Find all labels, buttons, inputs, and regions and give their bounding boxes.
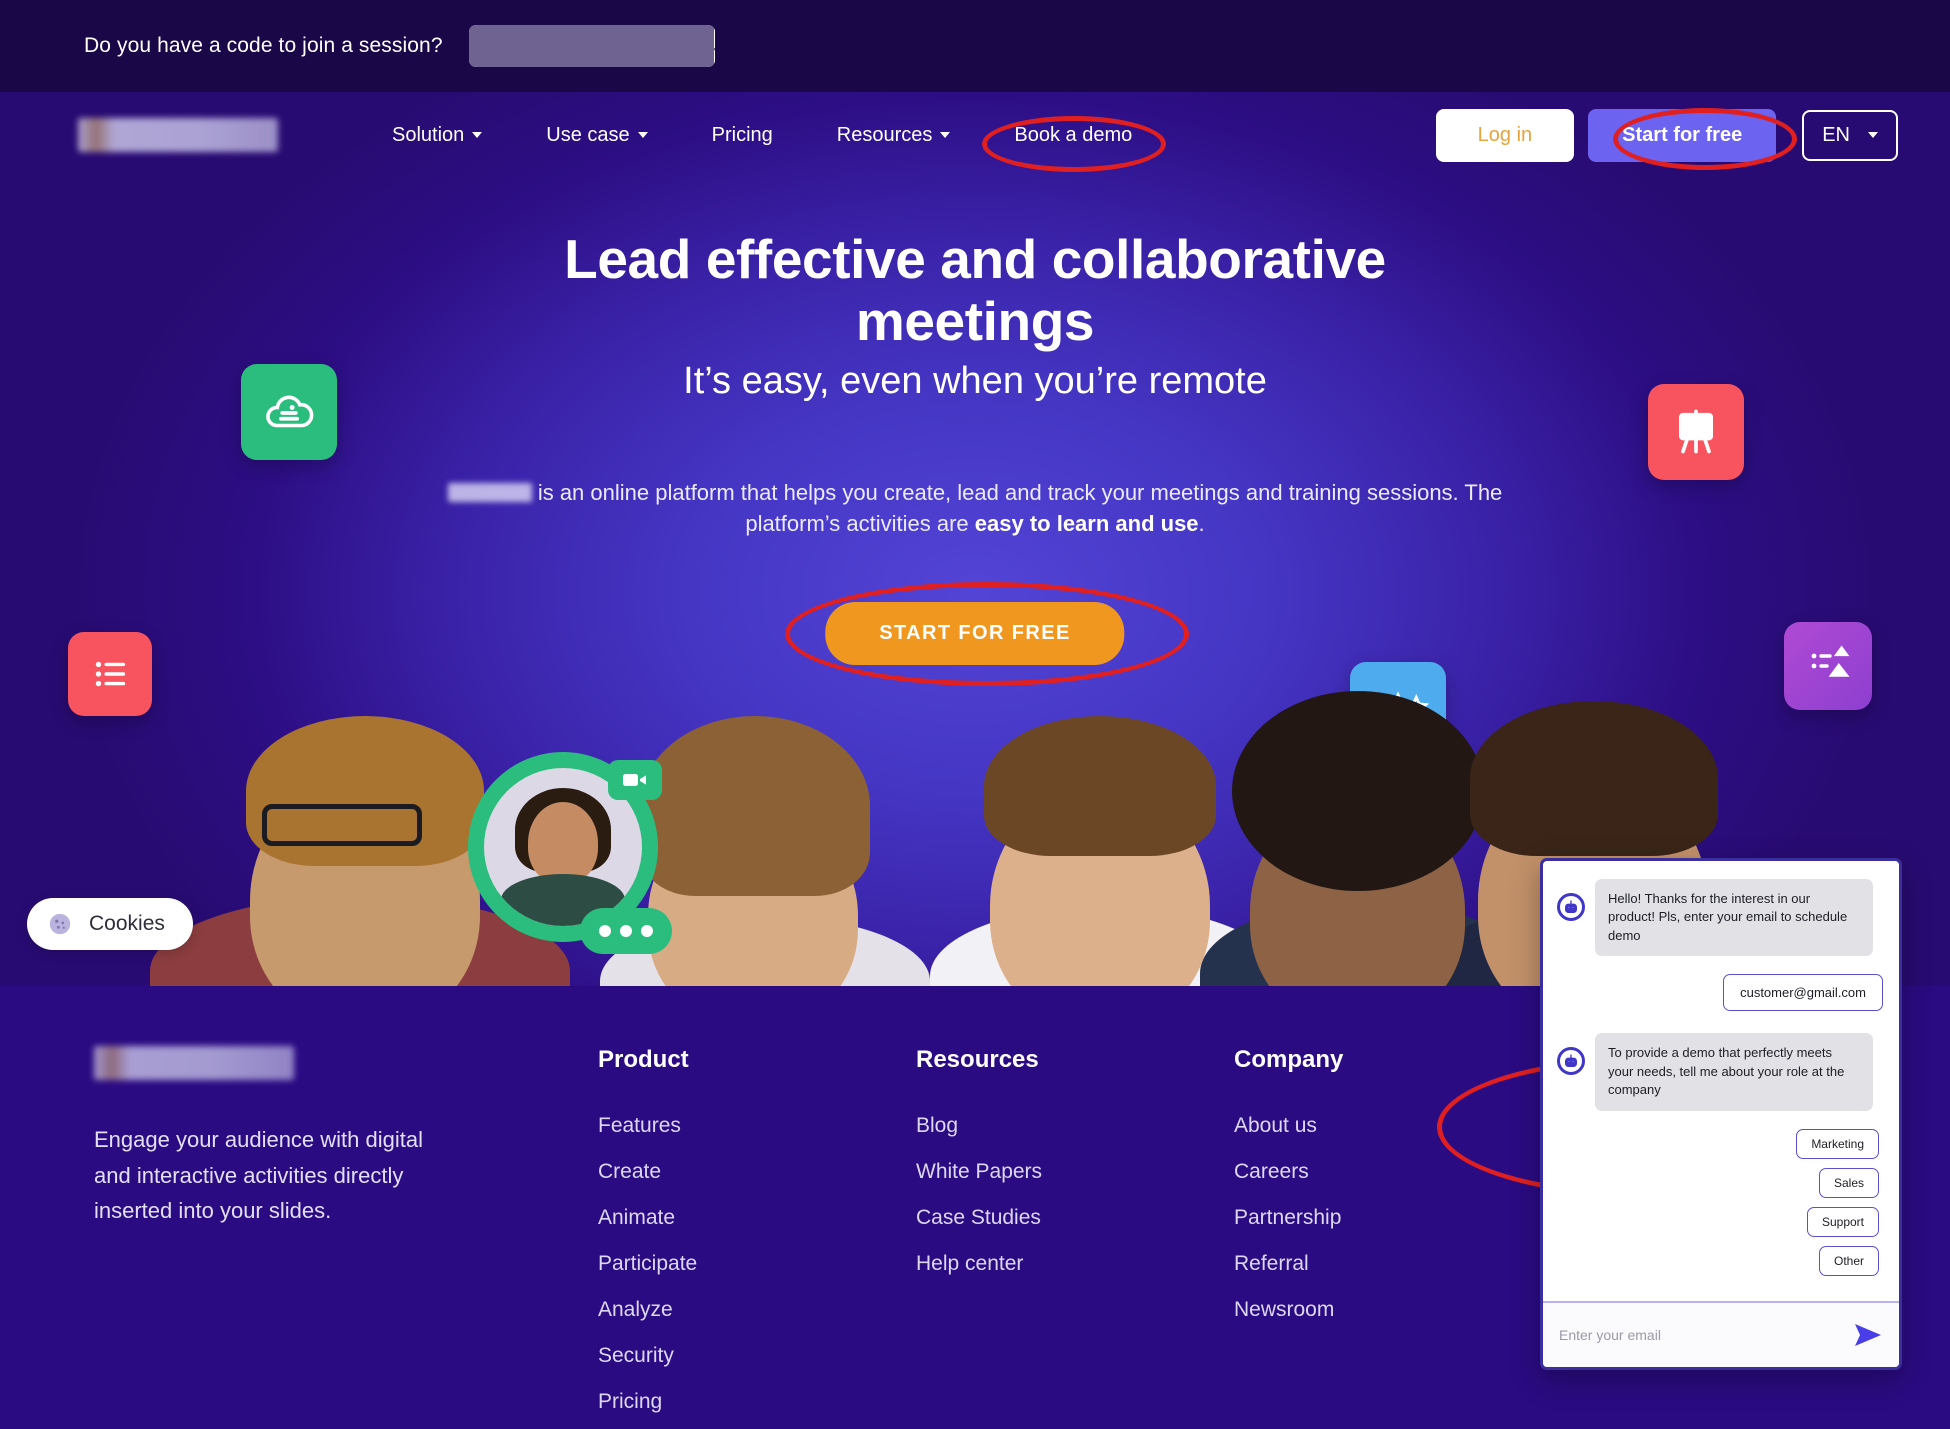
main-navigation: Solution Use case Pricing Resources Book… (0, 92, 1950, 178)
chat-message-bot: To provide a demo that perfectly meets y… (1557, 1033, 1883, 1111)
send-arrow-icon (1855, 1324, 1881, 1346)
bot-avatar-icon (1557, 1047, 1585, 1076)
footer-link-analyze[interactable]: Analyze (598, 1298, 916, 1322)
footer-link-participate[interactable]: Participate (598, 1252, 916, 1276)
nav-item-label: Use case (546, 123, 630, 146)
footer-logo[interactable] (94, 1046, 294, 1080)
nav-item-pricing[interactable]: Pricing (680, 124, 805, 147)
footer-link-blog[interactable]: Blog (916, 1114, 1234, 1138)
whiteboard-easel-icon (1648, 384, 1744, 480)
footer-column-company: Company About us Careers Partnership Ref… (1234, 1046, 1552, 1429)
brand-name-blurred (447, 483, 532, 502)
footer-link-animate[interactable]: Animate (598, 1206, 916, 1230)
nav-item-label: Book a demo (1014, 123, 1133, 146)
bot-avatar-icon (1557, 893, 1585, 921)
footer-brand: Engage your audience with digital and in… (78, 1046, 598, 1429)
nav-item-label: Pricing (711, 123, 773, 146)
footer-link-referral[interactable]: Referral (1234, 1252, 1552, 1276)
quick-reply-support[interactable]: Support (1806, 1206, 1879, 1237)
footer-link-careers[interactable]: Careers (1234, 1160, 1552, 1184)
nav-item-solution[interactable]: Solution (360, 124, 514, 147)
cookies-button[interactable]: Cookies (27, 898, 193, 950)
nav-item-label: Solution (392, 123, 465, 146)
hero-desc-post: . (1198, 511, 1205, 537)
chat-message-bot: Hello! Thanks for the interest in our pr… (1557, 879, 1883, 957)
footer-link-about-us[interactable]: About us (1234, 1114, 1552, 1138)
footer-link-help-center[interactable]: Help center (916, 1252, 1234, 1276)
chat-bubble-text: Hello! Thanks for the interest in our pr… (1595, 879, 1873, 957)
cookies-label: Cookies (89, 912, 165, 935)
chat-quick-replies: Marketing Sales Support Other (1557, 1128, 1883, 1276)
hero-desc-bold: easy to learn and use (974, 511, 1199, 537)
chevron-down-icon (1868, 132, 1878, 138)
nav-actions: Log in Start for free EN (1435, 108, 1898, 162)
footer-link-create[interactable]: Create (598, 1160, 916, 1184)
footer-column-heading: Company (1234, 1046, 1344, 1073)
chat-message-list: Hello! Thanks for the interest in our pr… (1543, 861, 1899, 1301)
start-for-free-button[interactable]: Start for free (1588, 108, 1777, 162)
footer-link-newsroom[interactable]: Newsroom (1234, 1298, 1552, 1322)
footer-column-product: Product Features Create Animate Particip… (598, 1046, 916, 1429)
footer-link-features[interactable]: Features (598, 1114, 916, 1138)
quick-reply-other[interactable]: Other (1818, 1245, 1879, 1276)
join-button[interactable]: JOIN (713, 25, 715, 67)
chat-send-button[interactable] (1851, 1322, 1885, 1348)
chevron-down-icon (637, 132, 648, 138)
chat-composer (1543, 1301, 1899, 1367)
word-cloud-icon (241, 364, 337, 460)
footer-column-resources: Resources Blog White Papers Case Studies… (916, 1046, 1234, 1429)
video-call-bubble (468, 752, 672, 954)
footer-column-heading: Resources (916, 1046, 1039, 1073)
nav-item-use-case[interactable]: Use case (514, 124, 679, 147)
landing-page: Do you have a code to join a session? JO… (0, 0, 1950, 1429)
join-session-label: Do you have a code to join a session? (84, 34, 443, 57)
chat-email-input[interactable] (1559, 1327, 1851, 1343)
chevron-down-icon (940, 132, 951, 138)
hero-section: Solution Use case Pricing Resources Book… (0, 92, 1950, 986)
chat-message-user: customer@gmail.com (1557, 974, 1883, 1012)
join-code-group: JOIN (468, 25, 715, 67)
login-button[interactable]: Log in (1435, 108, 1575, 162)
hero-description: is an online platform that helps you cre… (415, 477, 1535, 539)
brand-logo[interactable] (78, 118, 278, 152)
nav-item-label: Resources (836, 123, 933, 146)
footer-column-heading: Product (598, 1046, 689, 1073)
quick-reply-marketing[interactable]: Marketing (1796, 1128, 1879, 1159)
video-camera-icon (608, 760, 662, 800)
footer-link-partnership[interactable]: Partnership (1234, 1206, 1552, 1230)
quick-reply-sales[interactable]: Sales (1818, 1167, 1879, 1198)
nav-item-book-a-demo[interactable]: Book a demo (982, 124, 1164, 147)
chat-widget: Hello! Thanks for the interest in our pr… (1540, 858, 1902, 1370)
footer-link-white-papers[interactable]: White Papers (916, 1160, 1234, 1184)
top-utility-bar: Do you have a code to join a session? JO… (0, 0, 1950, 92)
nav-links: Solution Use case Pricing Resources Book… (360, 124, 1164, 147)
hero-title: Lead effective and collaborative meeting… (564, 228, 1386, 353)
chat-bubble-text: customer@gmail.com (1723, 974, 1883, 1012)
hero-start-for-free-button[interactable]: START FOR FREE (825, 602, 1125, 665)
footer-link-pricing[interactable]: Pricing (598, 1390, 916, 1414)
chat-bubble-text: To provide a demo that perfectly meets y… (1595, 1033, 1873, 1111)
nav-item-resources[interactable]: Resources (805, 124, 983, 147)
chevron-down-icon (472, 132, 483, 138)
footer-link-security[interactable]: Security (598, 1344, 916, 1368)
cookie-icon (49, 913, 71, 935)
hero-subtitle: It’s easy, even when you’re remote (683, 360, 1267, 402)
footer-link-case-studies[interactable]: Case Studies (916, 1206, 1234, 1230)
footer-tagline: Engage your audience with digital and in… (94, 1127, 424, 1224)
typing-dots-icon (580, 908, 672, 954)
session-code-input[interactable] (468, 25, 714, 67)
language-selector[interactable]: EN (1802, 109, 1898, 161)
language-value: EN (1822, 123, 1850, 146)
